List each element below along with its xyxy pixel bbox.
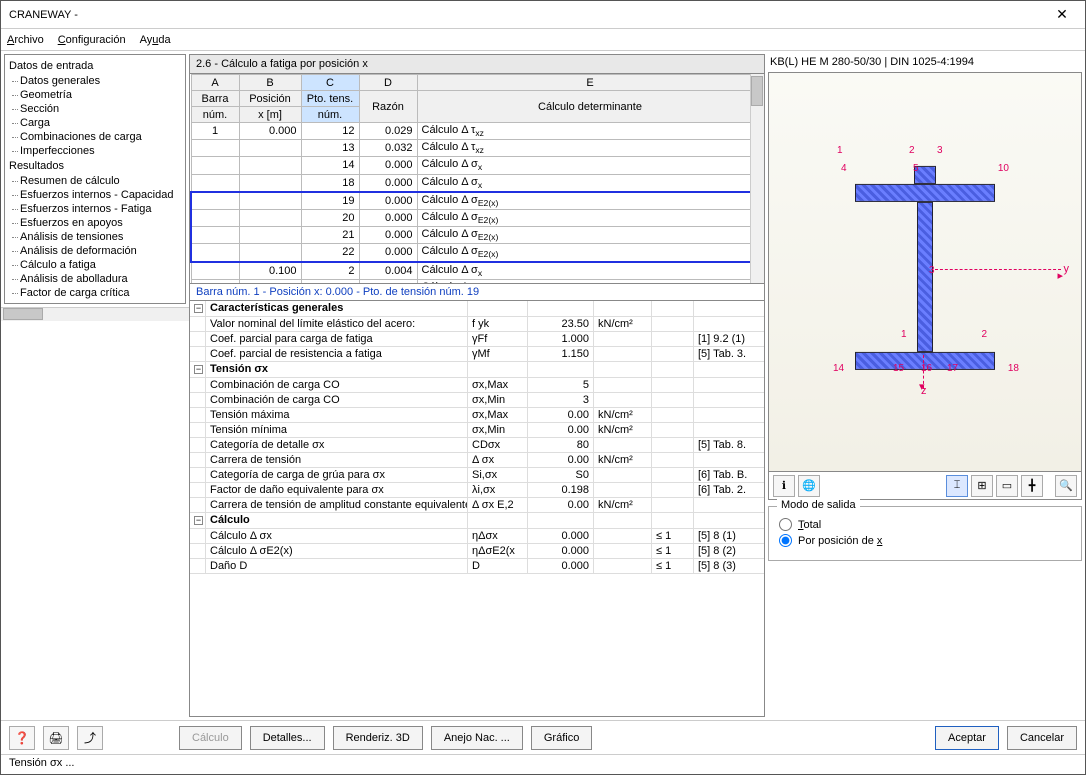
info-icon[interactable]: ℹ — [773, 475, 795, 497]
table-row[interactable]: 210.000Cálculo Δ σE2(x) — [191, 227, 763, 244]
tree-item[interactable]: Esfuerzos internos - Capacidad — [8, 188, 185, 202]
tree-item[interactable]: Sección — [8, 102, 185, 116]
menu-bar: Archivo Configuración Ayuda — [1, 29, 1085, 51]
detail-row: Factor de daño equivalente para σxλi,σx0… — [190, 483, 764, 498]
table-row[interactable]: 180.000Cálculo Δ σx — [191, 174, 763, 192]
detail-row: Tensión máximaσx,Max0.00kN/cm² — [190, 408, 764, 423]
detail-row: Cálculo Δ σE2(x)ηΔσE2(x0.000≤ 1[5] 8 (2) — [190, 544, 764, 559]
menu-help[interactable]: Ayuda — [140, 34, 171, 46]
tree-item[interactable]: Datos generales — [8, 74, 185, 88]
radio-by-x[interactable]: Por posición de x — [779, 534, 1071, 547]
render-toolbar: ℹ 🌐 ⌶ ⊞ ▭ ╋ 🔍 — [768, 472, 1082, 500]
results-grid[interactable]: A B C D E Barra Posición Pto. tens. Razó… — [189, 74, 765, 284]
table-row[interactable]: 140.000Cálculo Δ σx — [191, 157, 763, 174]
detail-row: Carrera de tensiónΔ σx0.00kN/cm² — [190, 453, 764, 468]
close-icon[interactable]: ✕ — [1047, 6, 1077, 23]
calc-button[interactable]: Cálculo — [179, 726, 242, 750]
detail-row: Categoría de detalle σxCDσx80[5] Tab. 8. — [190, 438, 764, 453]
table-row[interactable]: 200.000Cálculo Δ σE2(x) — [191, 209, 763, 226]
export-icon[interactable]: ⤴ — [77, 726, 103, 750]
details-header: Barra núm. 1 - Posición x: 0.000 - Pto. … — [189, 284, 765, 301]
tree-item[interactable]: Factor de carga crítica — [8, 286, 185, 300]
print-icon[interactable]: 🖨 — [43, 726, 69, 750]
nav-tree[interactable]: Datos de entrada Datos generalesGeometrí… — [4, 54, 186, 304]
tree-item[interactable]: Combinaciones de carga — [8, 130, 185, 144]
section-render[interactable]: 123 4510 3 12 1415 1617 18 y z ▸ ▾ — [768, 72, 1082, 472]
tree-scrollbar-h[interactable] — [1, 307, 189, 321]
annex-button[interactable]: Anejo Nac. ... — [431, 726, 523, 750]
status-bar: Tensión σx ... — [1, 754, 1085, 774]
detail-row: Combinación de carga COσx,Max5 — [190, 378, 764, 393]
tree-item[interactable]: Análisis de tensiones — [8, 230, 185, 244]
detail-row: −Cálculo — [190, 513, 764, 529]
detail-row: −Tensión σx — [190, 362, 764, 378]
view-points-icon[interactable]: ⊞ — [971, 475, 993, 497]
panel-title: 2.6 - Cálculo a fatiga por posición x — [189, 54, 765, 74]
tree-item[interactable]: Análisis de abolladura — [8, 272, 185, 286]
settings-icon[interactable]: 🔍 — [1055, 475, 1077, 497]
tree-item[interactable]: Resumen de cálculo — [8, 174, 185, 188]
detail-row: Tensión mínimaσx,Min0.00kN/cm² — [190, 423, 764, 438]
detail-row: Carrera de tensión de amplitud constante… — [190, 498, 764, 513]
tree-item[interactable]: Análisis de deformación — [8, 244, 185, 258]
table-row[interactable]: 40.003Cálculo Δ σx — [191, 279, 763, 284]
menu-file[interactable]: Archivo — [7, 34, 44, 46]
tree-header-input: Datos de entrada — [8, 58, 185, 74]
table-row[interactable]: 10.000120.029Cálculo Δ τxz — [191, 123, 763, 140]
tree-item[interactable]: Cálculo a fatiga — [8, 258, 185, 272]
render3d-button[interactable]: Renderiz. 3D — [333, 726, 423, 750]
table-row[interactable]: 130.032Cálculo Δ τxz — [191, 140, 763, 157]
tree-item[interactable]: Carga — [8, 116, 185, 130]
view-axes-icon[interactable]: ╋ — [1021, 475, 1043, 497]
detail-row: Cálculo Δ σxηΔσx0.000≤ 1[5] 8 (1) — [190, 529, 764, 544]
view-dims-icon[interactable]: ▭ — [996, 475, 1018, 497]
details-button[interactable]: Detalles... — [250, 726, 325, 750]
details-table[interactable]: −Características generalesValor nominal … — [189, 301, 765, 717]
tree-header-results: Resultados — [8, 158, 185, 174]
output-mode-group: Modo de salida Total Por posición de x — [768, 506, 1082, 561]
detail-row: Categoría de carga de grúa para σxSi,σxS… — [190, 468, 764, 483]
graph-button[interactable]: Gráfico — [531, 726, 592, 750]
detail-row: −Características generales — [190, 301, 764, 317]
detail-row: Daño DD0.000≤ 1[5] 8 (3) — [190, 559, 764, 574]
window-title: CRANEWAY - — [9, 9, 1047, 21]
ok-button[interactable]: Aceptar — [935, 726, 999, 750]
table-row[interactable]: 220.000Cálculo Δ σE2(x) — [191, 244, 763, 262]
tree-item[interactable]: Esfuerzos internos - Fatiga — [8, 202, 185, 216]
radio-total[interactable]: Total — [779, 518, 1071, 531]
tree-item[interactable]: Esfuerzos en apoyos — [8, 216, 185, 230]
menu-config[interactable]: Configuración — [58, 34, 126, 46]
view-section-icon[interactable]: ⌶ — [946, 475, 968, 497]
help-icon[interactable]: ❓ — [9, 726, 35, 750]
grid-scrollbar-v[interactable] — [750, 74, 764, 283]
detail-row: Coef. parcial de resistencia a fatigaγMf… — [190, 347, 764, 362]
detail-row: Valor nominal del límite elástico del ac… — [190, 317, 764, 332]
globe-icon[interactable]: 🌐 — [798, 475, 820, 497]
table-row[interactable]: 0.10020.004Cálculo Δ σx — [191, 262, 763, 280]
tree-item[interactable]: Imperfecciones — [8, 144, 185, 158]
detail-row: Coef. parcial para carga de fatigaγFf1.0… — [190, 332, 764, 347]
section-title: KB(L) HE M 280-50/30 | DIN 1025-4:1994 — [768, 54, 1082, 72]
cancel-button[interactable]: Cancelar — [1007, 726, 1077, 750]
detail-row: Combinación de carga COσx,Min3 — [190, 393, 764, 408]
tree-item[interactable]: Geometría — [8, 88, 185, 102]
table-row[interactable]: 190.000Cálculo Δ σE2(x) — [191, 192, 763, 210]
